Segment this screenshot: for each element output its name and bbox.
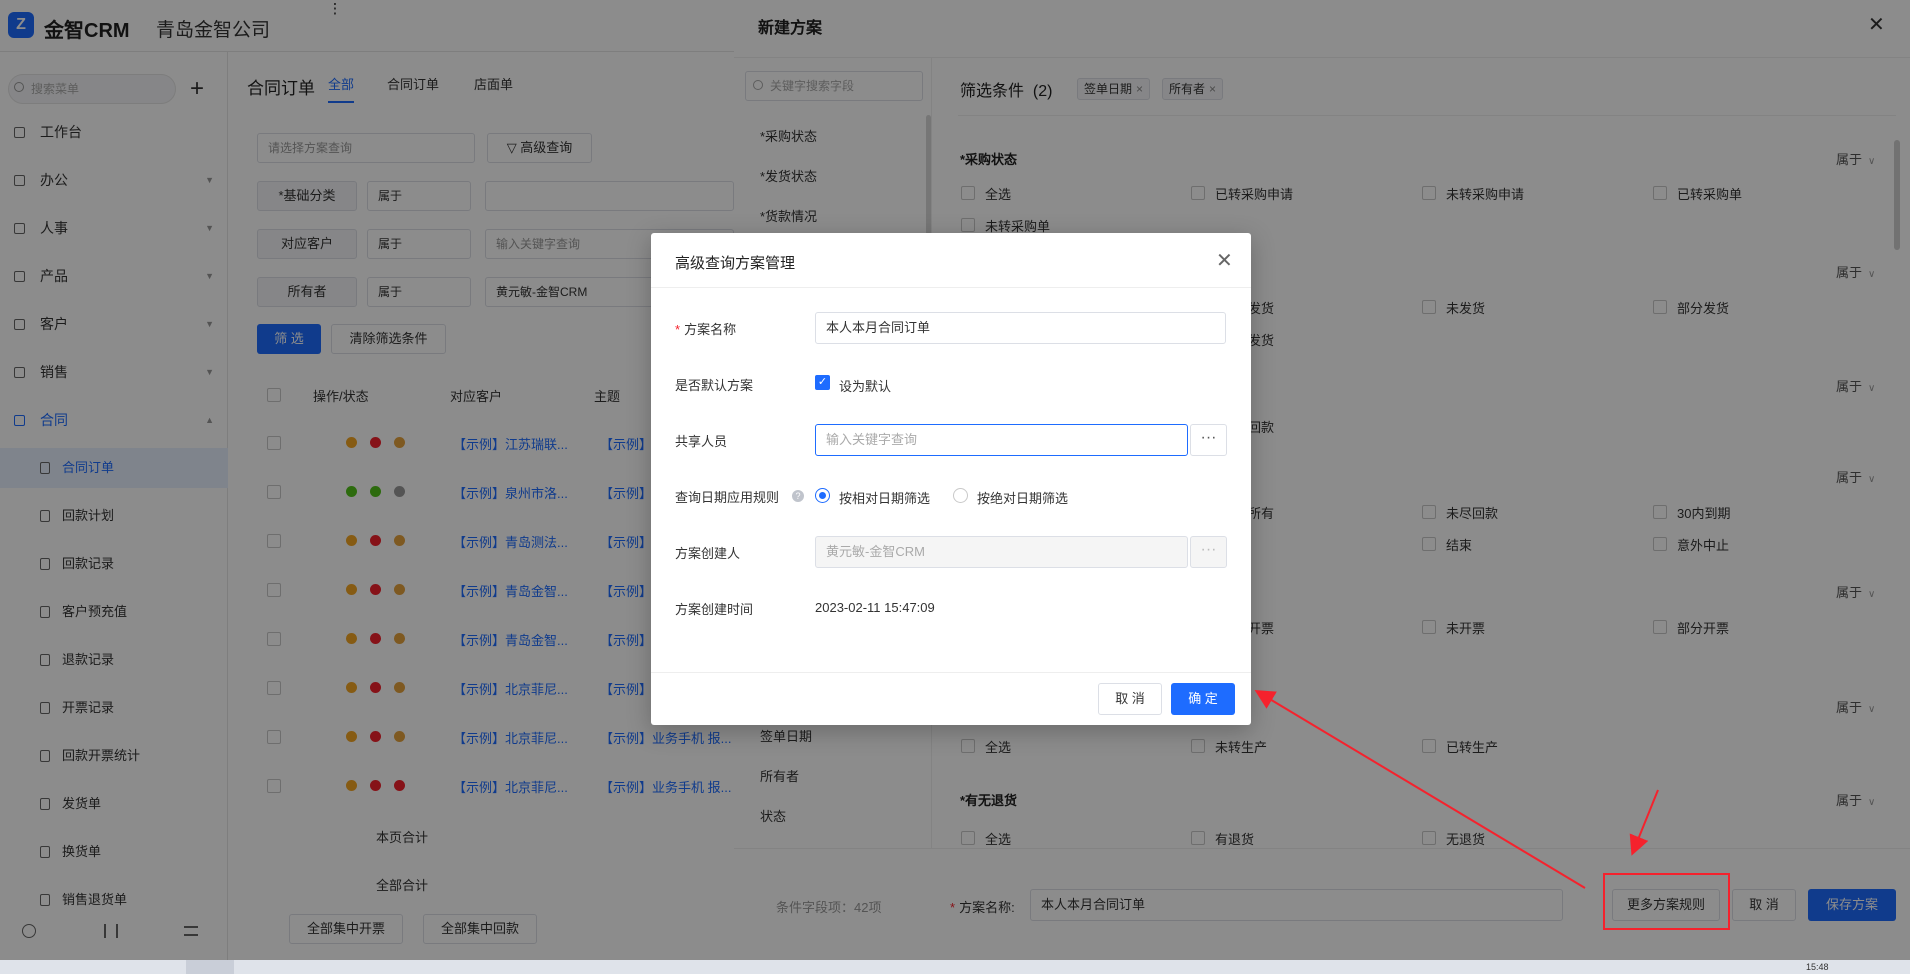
- annotation-arrow: [1254, 689, 1586, 889]
- taskbar-app[interactable]: [186, 960, 234, 974]
- taskbar-clock: 15:48: [1806, 962, 1829, 972]
- annotation-arrow: [1629, 789, 1659, 856]
- taskbar: [0, 960, 1910, 974]
- annotation-arrows: [1254, 689, 1659, 889]
